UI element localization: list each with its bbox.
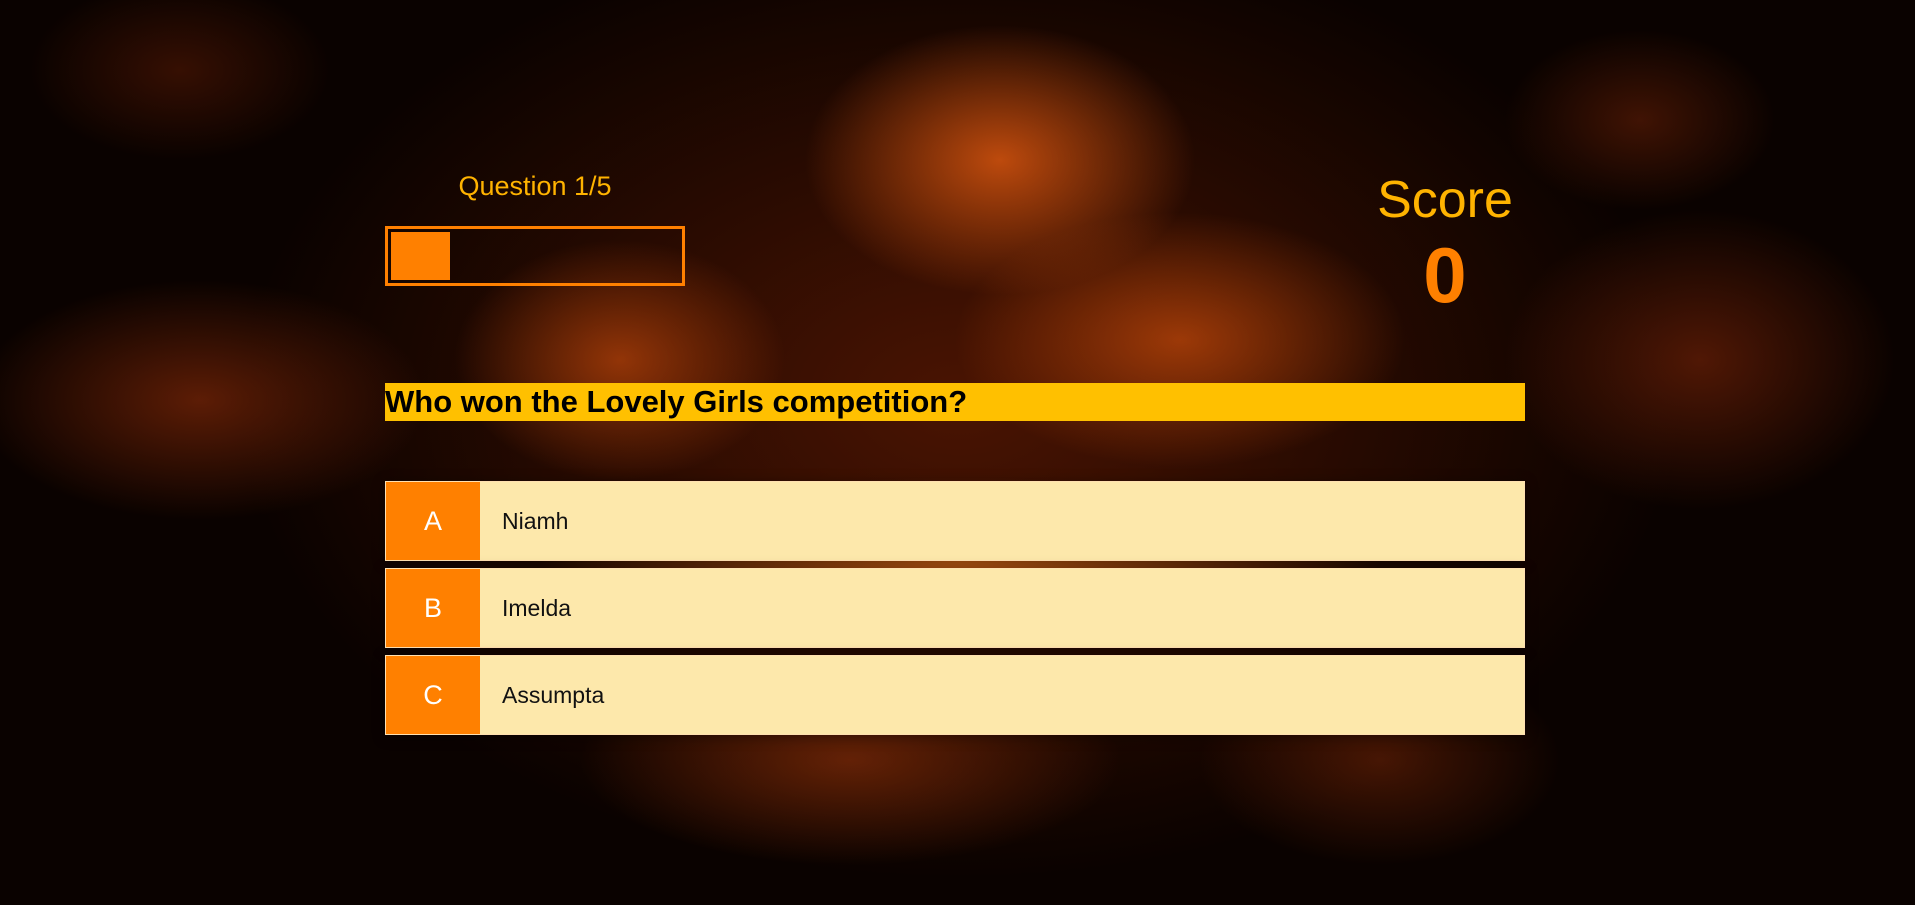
progress-bar: [385, 226, 685, 286]
progress-bar-fill: [391, 232, 450, 280]
choice-text: Niamh: [502, 507, 569, 534]
choice-a[interactable]: A Niamh: [385, 481, 1525, 561]
choice-b[interactable]: B Imelda: [385, 568, 1525, 648]
quiz-container: Question 1/5 Score 0 Who won the Lovely …: [385, 0, 1525, 905]
score-value: 0: [1423, 231, 1467, 319]
choice-prefix: B: [386, 569, 480, 647]
choice-text: Assumpta: [502, 681, 605, 708]
choice-prefix: C: [386, 656, 480, 734]
score-label: Score: [1377, 171, 1513, 229]
question-text: Who won the Lovely Girls competition?: [385, 383, 1525, 421]
choice-prefix: A: [386, 482, 480, 560]
progress-text: Question 1/5: [458, 171, 612, 201]
hud-score: Score 0: [1365, 170, 1525, 320]
choice-c[interactable]: C Assumpta: [385, 655, 1525, 735]
choice-text: Imelda: [502, 594, 572, 621]
hud-progress: Question 1/5: [385, 170, 685, 286]
choice-list: A Niamh B Imelda C Assumpta: [385, 481, 1525, 742]
